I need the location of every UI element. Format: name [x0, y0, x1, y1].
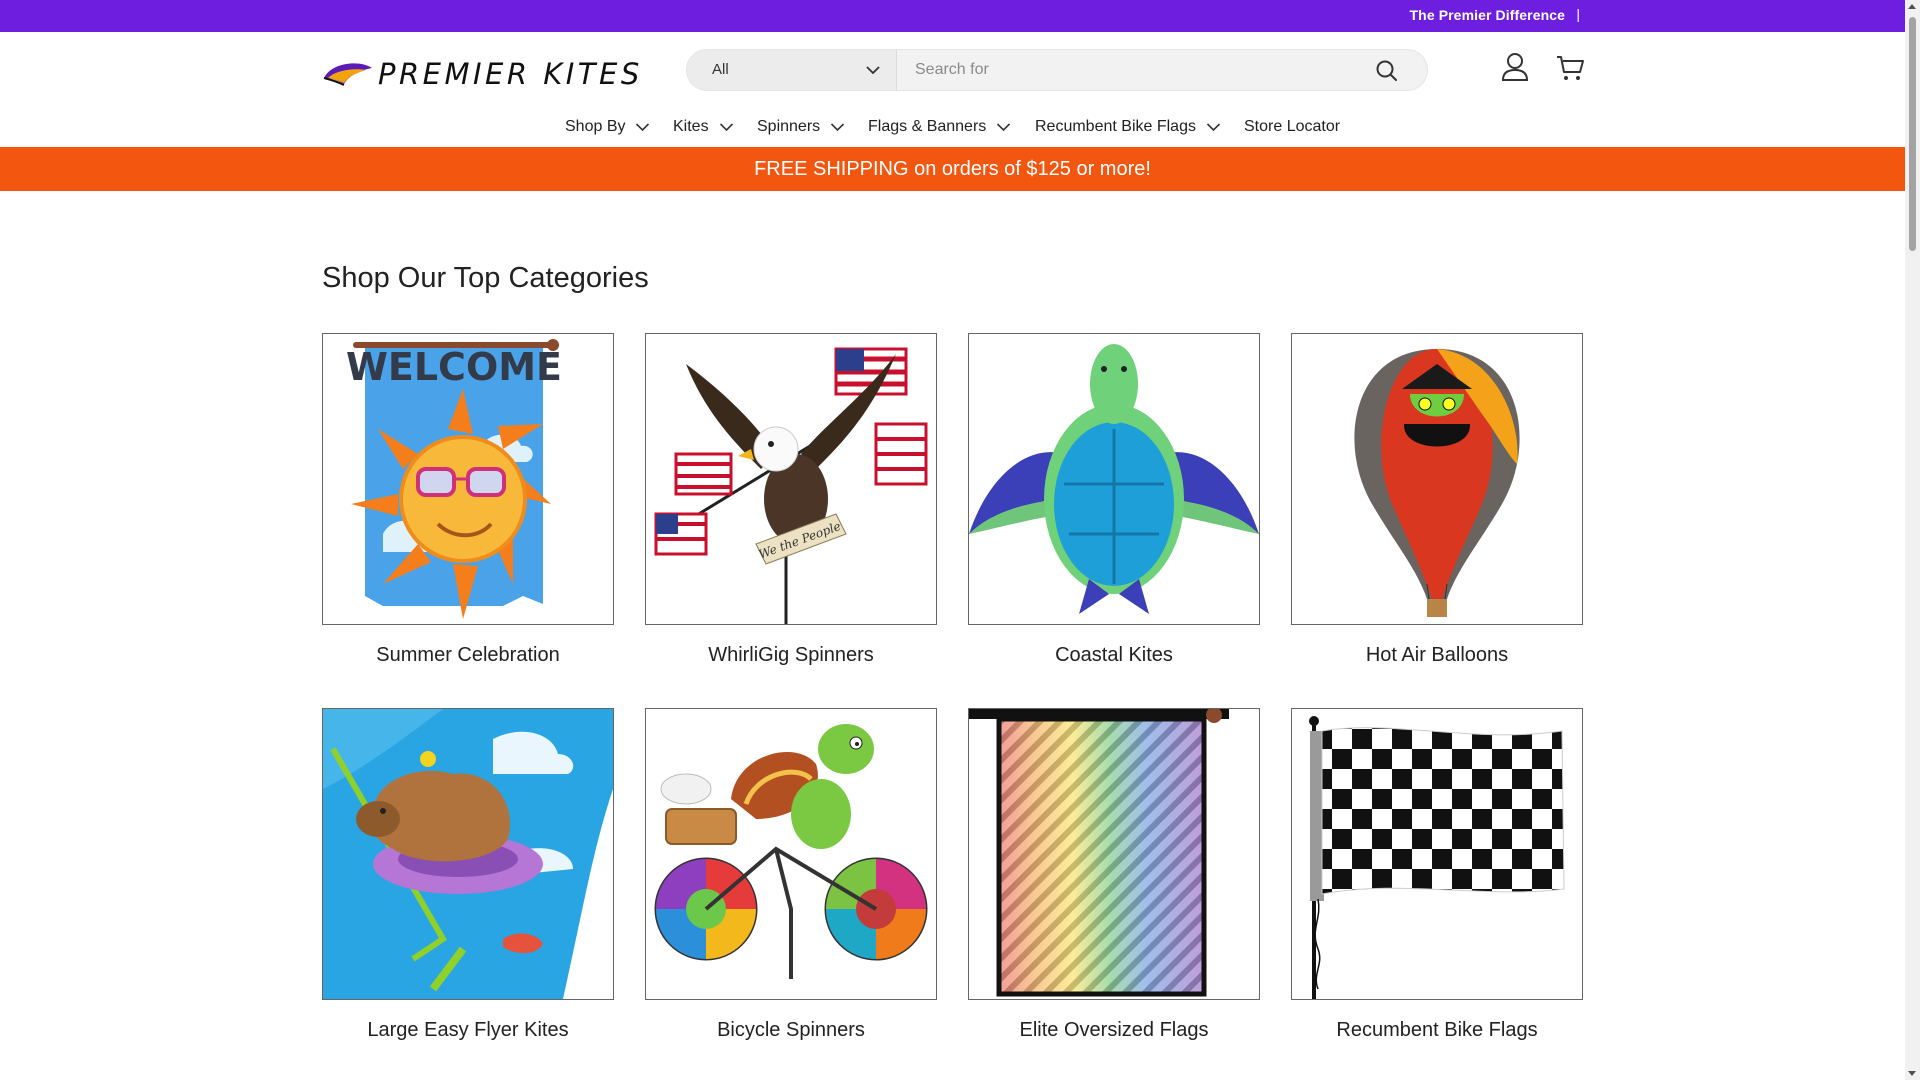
category-image [322, 708, 614, 1000]
chevron-down-icon [831, 123, 845, 132]
category-label: WhirliGig Spinners [708, 644, 874, 666]
nav-item-kites[interactable]: Kites [673, 118, 734, 136]
chevron-down-icon [636, 123, 650, 132]
search-category-select[interactable]: All [687, 50, 897, 90]
main-navigation: Shop By Kites Spinners Flags & Banners R… [0, 113, 1905, 145]
nav-item-shop-by[interactable]: Shop By [565, 118, 650, 136]
nav-item-store-locator[interactable]: Store Locator [1244, 118, 1340, 136]
search-icon[interactable] [1373, 57, 1401, 85]
free-shipping-banner: FREE SHIPPING on orders of $125 or more! [0, 147, 1905, 191]
welcome-sun-banner-image: WELCOME [323, 334, 613, 624]
chevron-down-icon [1206, 123, 1221, 132]
category-label: Coastal Kites [1055, 644, 1173, 666]
category-card-recumbent-bike-flags[interactable]: Recumbent Bike Flags [1291, 708, 1583, 1042]
free-shipping-text: FREE SHIPPING on orders of $125 or more! [754, 158, 1151, 180]
nav-item-flags-banners[interactable]: Flags & Banners [868, 118, 1011, 136]
category-label: Elite Oversized Flags [1019, 1019, 1209, 1041]
scrollbar-thumb[interactable] [1909, 17, 1916, 251]
nav-item-label: Kites [673, 118, 709, 135]
nav-item-label: Flags & Banners [868, 118, 987, 135]
logo-text: PREMIER KITES [378, 57, 643, 91]
search-input[interactable] [899, 50, 1359, 90]
category-label: Bicycle Spinners [717, 1019, 865, 1041]
category-card-large-easy-flyer-kites[interactable]: Large Easy Flyer Kites [322, 708, 614, 1042]
nav-item-label: Spinners [757, 118, 821, 135]
category-card-elite-oversized-flags[interactable]: Elite Oversized Flags [968, 708, 1260, 1042]
eagle-whirligig-image: We the People [646, 334, 936, 624]
category-card-bicycle-spinners[interactable]: Bicycle Spinners [645, 708, 937, 1042]
category-label: Hot Air Balloons [1365, 644, 1509, 666]
checkered-flag-image [1292, 709, 1582, 999]
page-scrollbar[interactable] [1905, 0, 1920, 1080]
nav-item-label: Recumbent Bike Flags [1035, 118, 1196, 135]
kite-logo-icon [323, 63, 372, 86]
category-image: We the People [645, 333, 937, 625]
category-label: Summer Celebration [376, 644, 560, 666]
chevron-down-icon [866, 66, 880, 75]
sea-turtle-kite-image [969, 334, 1259, 624]
premier-difference-link[interactable]: The Premier Difference [1410, 7, 1565, 23]
nav-item-recumbent-bike-flags[interactable]: Recumbent Bike Flags [1035, 118, 1221, 136]
rainbow-lattice-flag-image [969, 709, 1259, 999]
category-label: Large Easy Flyer Kites [367, 1019, 569, 1041]
announcement-separator: | [1576, 6, 1580, 22]
category-image: WELCOME [322, 333, 614, 625]
announcement-bar: The Premier Difference | [0, 0, 1905, 32]
scroll-down-icon[interactable] [1908, 1071, 1916, 1076]
site-header: PREMIER KITES All Shop By Kites [0, 32, 1905, 147]
category-card-coastal-kites[interactable]: Coastal Kites [968, 333, 1260, 667]
category-card-summer-celebration[interactable]: WELCOME Summer Celebration [322, 333, 614, 667]
category-image [645, 708, 937, 1000]
user-icon[interactable] [1499, 50, 1531, 84]
svg-text:WELCOME: WELCOME [346, 345, 562, 389]
category-image [968, 708, 1260, 1000]
chevron-down-icon [997, 123, 1011, 132]
scroll-up-icon[interactable] [1908, 4, 1916, 9]
nav-item-label: Store Locator [1244, 118, 1341, 135]
search-category-label: All [712, 61, 729, 78]
site-logo[interactable]: PREMIER KITES [322, 52, 639, 96]
category-image [968, 333, 1260, 625]
category-label: Recumbent Bike Flags [1336, 1019, 1538, 1041]
category-card-hot-air-balloons[interactable]: Hot Air Balloons [1291, 333, 1583, 667]
search-bar: All [686, 49, 1428, 91]
category-card-whirligig-spinners[interactable]: We the People WhirliGig Spinners [645, 333, 937, 667]
category-image [1291, 708, 1583, 1000]
turtle-bicycle-spinner-image [646, 709, 936, 999]
chevron-down-icon [719, 123, 733, 132]
section-title: Shop Our Top Categories [322, 262, 649, 294]
witch-hot-air-balloon-image [1292, 334, 1582, 624]
nav-item-spinners[interactable]: Spinners [757, 118, 845, 136]
category-image [1291, 333, 1583, 625]
cart-icon[interactable] [1554, 50, 1586, 84]
capybara-kite-image [323, 709, 613, 999]
nav-item-label: Shop By [565, 118, 626, 135]
